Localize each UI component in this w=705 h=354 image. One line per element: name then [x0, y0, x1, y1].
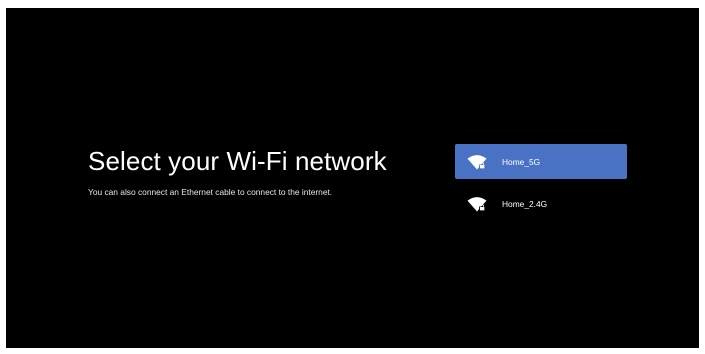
network-item-home-2-4g[interactable]: Home_2.4G — [455, 186, 627, 221]
network-list: Home_5G Home_2.4G — [455, 144, 627, 221]
page-title: Select your Wi-Fi network — [88, 146, 387, 176]
network-item-home-5g[interactable]: Home_5G — [455, 144, 627, 179]
wifi-lock-icon — [467, 196, 487, 212]
wifi-setup-screen: Select your Wi-Fi network You can also c… — [6, 8, 699, 348]
network-name: Home_2.4G — [502, 198, 548, 209]
page-subtitle: You can also connect an Ethernet cable t… — [88, 187, 333, 197]
network-name: Home_5G — [502, 156, 541, 167]
wifi-lock-icon — [467, 154, 487, 170]
